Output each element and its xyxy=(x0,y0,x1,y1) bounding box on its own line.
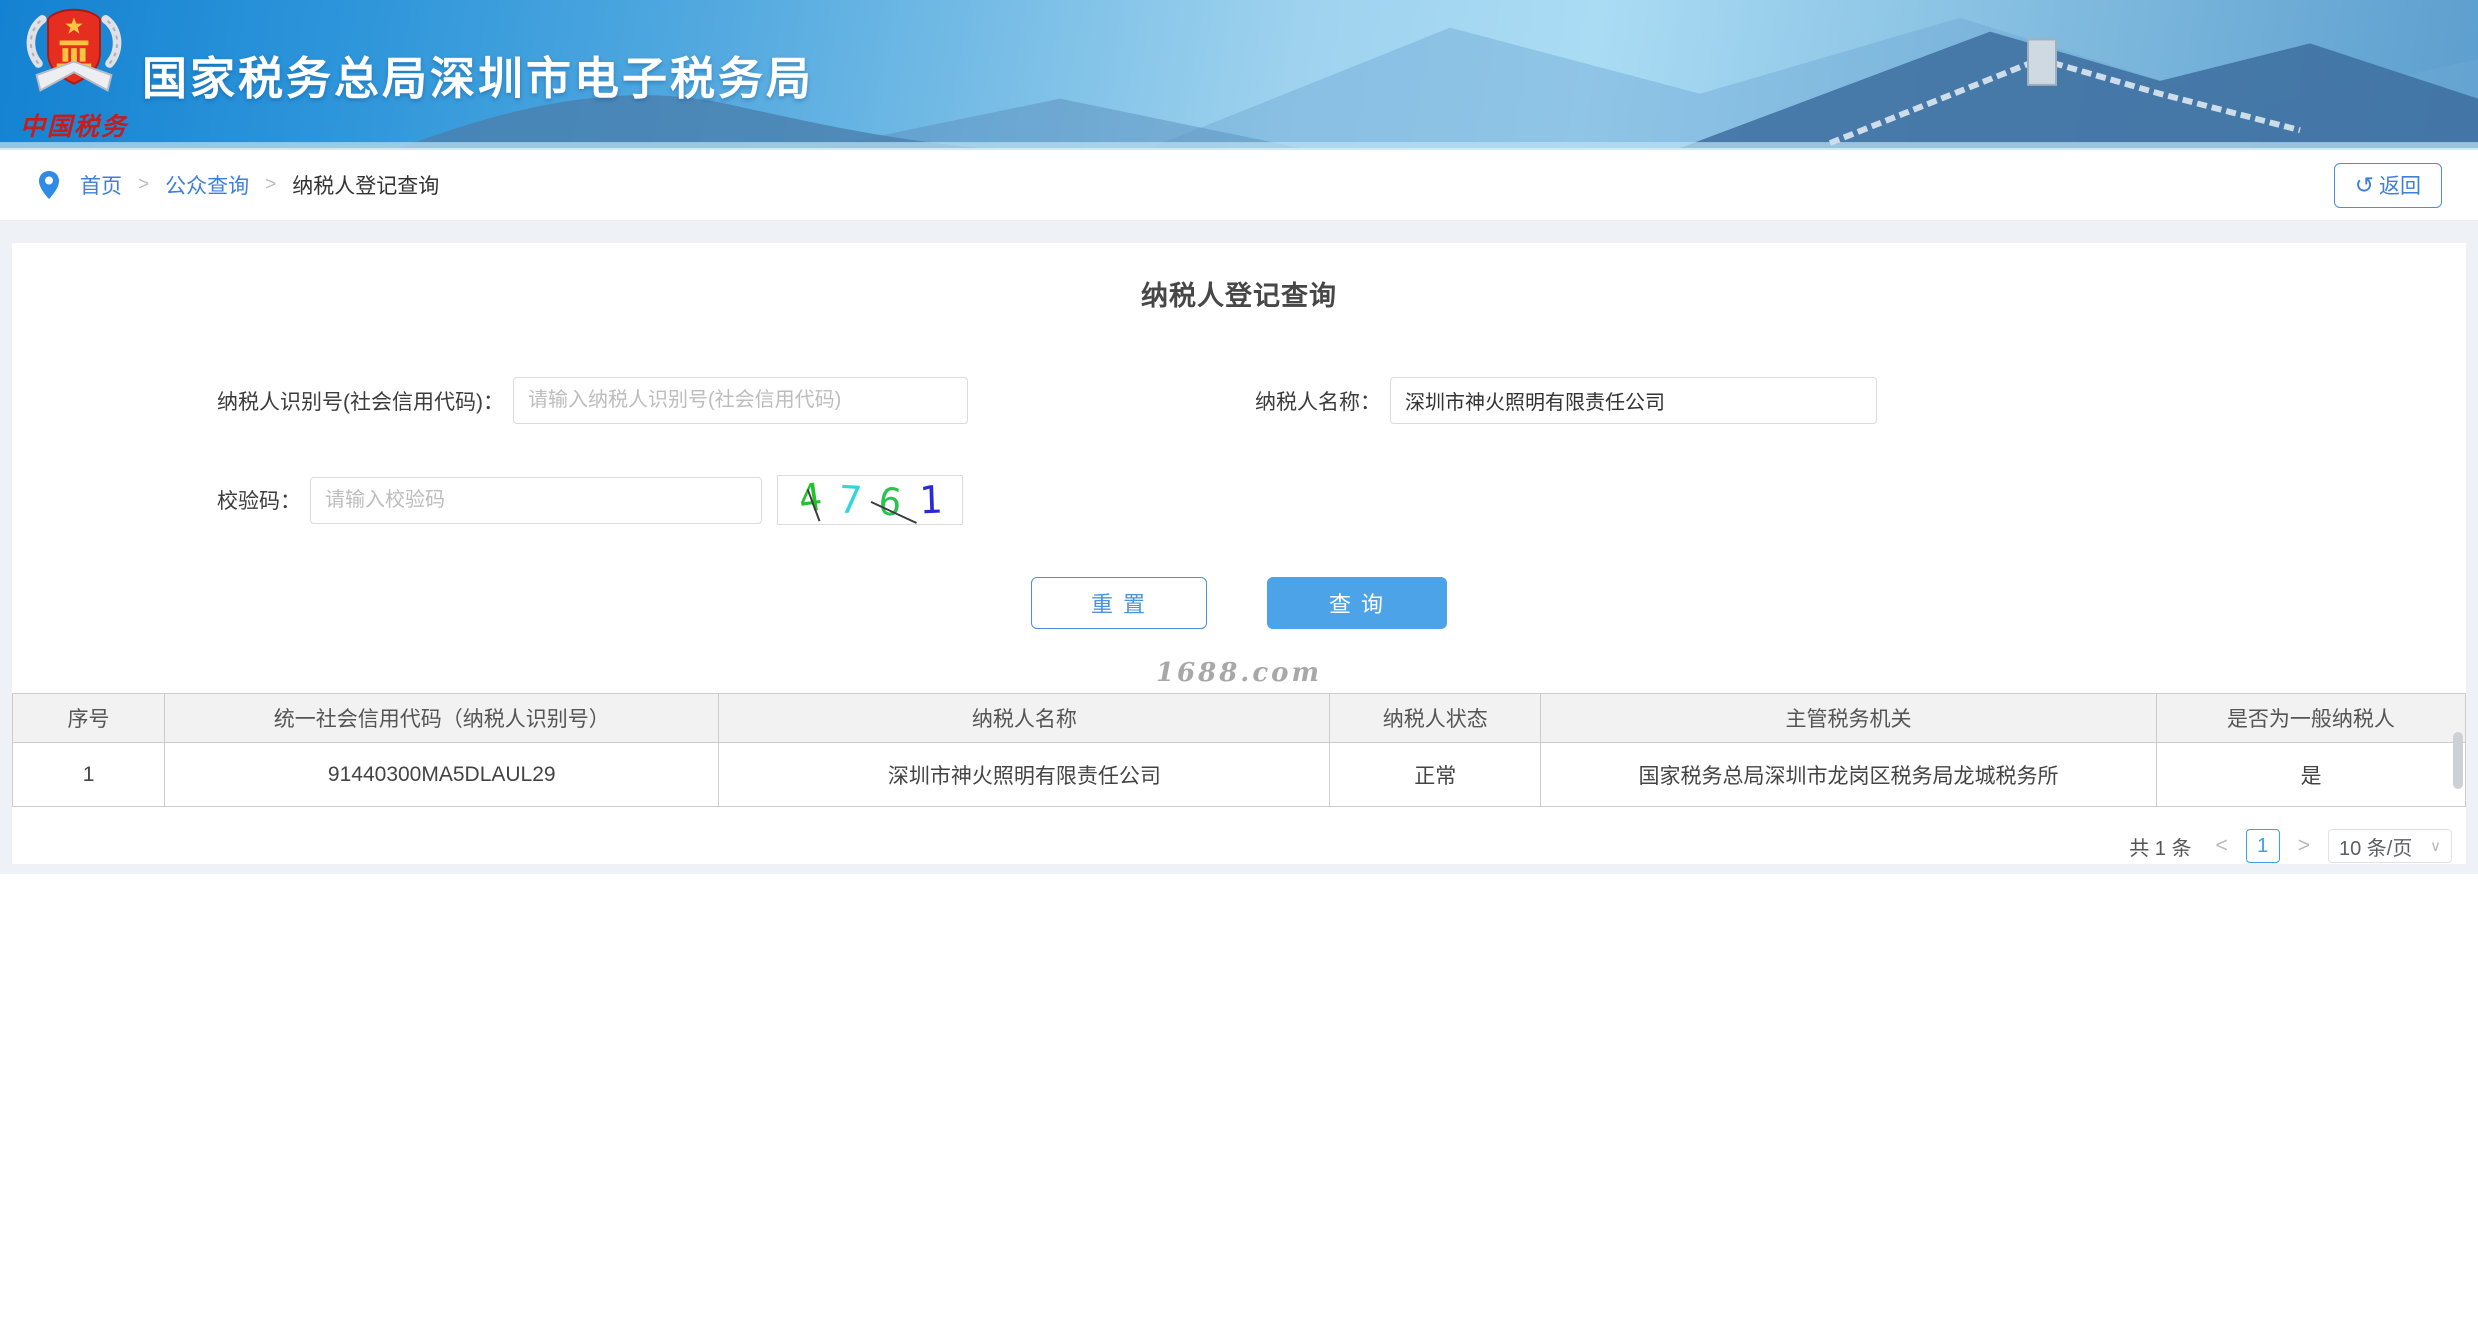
page-title: 纳税人登记查询 xyxy=(1141,281,1337,311)
taxpayer-id-input[interactable] xyxy=(513,377,968,424)
prev-page-arrow[interactable]: < xyxy=(2211,834,2231,858)
taxpayer-name-input[interactable] xyxy=(1390,377,1877,424)
top-banner: 中国税务 国家税务总局深圳市电子税务局 xyxy=(0,0,2478,150)
breadcrumb-separator: > xyxy=(138,174,150,195)
location-pin-icon xyxy=(39,171,59,199)
cell-general-taxpayer: 是 xyxy=(2155,742,2467,807)
table-row: 1 91440300MA5DLAUL29 深圳市神火照明有限责任公司 正常 国家… xyxy=(11,742,2467,807)
col-tax-authority: 主管税务机关 xyxy=(1540,693,2157,743)
captcha-char: 4 xyxy=(795,474,825,522)
page-size-value: 10 条/页 xyxy=(2339,837,2413,860)
captcha-input[interactable] xyxy=(310,476,762,524)
col-index: 序号 xyxy=(11,693,166,743)
taxpayer-name-label: 纳税人名称： xyxy=(1255,390,1381,414)
form-row-2: 校验码： 4 7 6 1 xyxy=(217,475,2466,525)
form-row-1: 纳税人识别号(社会信用代码)： 纳税人名称： xyxy=(217,377,2466,424)
captcha-char: 7 xyxy=(837,477,863,523)
taxpayer-id-label: 纳税人识别号(社会信用代码)： xyxy=(217,390,504,414)
form-actions: 重 置 查 询 xyxy=(12,577,2466,629)
pagination-total: 共 1 条 xyxy=(2129,837,2192,860)
captcha-image[interactable]: 4 7 6 1 xyxy=(777,475,963,525)
pagination: 共 1 条 < 1 > 10 条/页 ∨ xyxy=(12,829,2466,863)
page-body: 首页 > 公众查询 > 纳税人登记查询 ↺ 返回 纳税人登记查询 纳税人识别号(… xyxy=(0,150,2478,874)
breadcrumb-current: 纳税人登记查询 xyxy=(292,175,440,198)
result-table: 序号 统一社会信用代码（纳税人识别号） 纳税人名称 纳税人状态 主管税务机关 是… xyxy=(11,693,2467,807)
col-taxpayer-status: 纳税人状态 xyxy=(1329,693,1542,743)
tax-emblem-icon xyxy=(26,8,122,92)
cell-index: 1 xyxy=(11,742,166,807)
reset-button[interactable]: 重 置 xyxy=(1031,577,1207,629)
breadcrumb: 首页 > 公众查询 > 纳税人登记查询 ↺ 返回 xyxy=(0,150,2478,221)
breadcrumb-public-query-link[interactable]: 公众查询 xyxy=(165,170,249,200)
query-card: 纳税人登记查询 纳税人识别号(社会信用代码)： 纳税人名称： 校验码： 4 7 … xyxy=(11,243,2467,864)
table-scrollbar-thumb[interactable] xyxy=(2453,732,2463,789)
logo-caption: 中国税务 xyxy=(19,112,128,141)
cell-tax-authority: 国家税务总局深圳市龙岗区税务局龙城税务所 xyxy=(1540,742,2157,807)
captcha-char: 1 xyxy=(917,477,943,523)
watermark-text: 1688.com xyxy=(1155,658,1323,688)
undo-arrow-icon: ↺ xyxy=(2354,171,2374,198)
query-button[interactable]: 查 询 xyxy=(1267,577,1447,629)
table-header-row: 序号 统一社会信用代码（纳税人识别号） 纳税人名称 纳税人状态 主管税务机关 是… xyxy=(11,693,2467,743)
breadcrumb-home-link[interactable]: 首页 xyxy=(80,170,122,200)
captcha-label: 校验码： xyxy=(217,490,301,513)
col-general-taxpayer: 是否为一般纳税人 xyxy=(2155,693,2467,743)
breadcrumb-separator: > xyxy=(265,174,277,195)
col-taxpayer-name: 纳税人名称 xyxy=(718,693,1331,743)
next-page-arrow[interactable]: > xyxy=(2294,834,2314,858)
back-button[interactable]: ↺ 返回 xyxy=(2333,162,2442,208)
chevron-down-icon: ∨ xyxy=(2430,838,2441,855)
cell-taxpayer-name: 深圳市神火照明有限责任公司 xyxy=(718,742,1331,807)
captcha-char: 6 xyxy=(875,478,904,526)
tax-bureau-logo: 中国税务 xyxy=(18,4,130,143)
current-page-button[interactable]: 1 xyxy=(2245,829,2280,863)
page-size-select[interactable]: 10 条/页 ∨ xyxy=(2328,829,2452,863)
site-title: 国家税务总局深圳市电子税务局 xyxy=(142,53,815,104)
cell-credit-code: 91440300MA5DLAUL29 xyxy=(164,742,720,807)
col-credit-code: 统一社会信用代码（纳税人识别号） xyxy=(164,693,720,743)
cell-taxpayer-status: 正常 xyxy=(1329,742,1542,807)
back-button-label: 返回 xyxy=(2379,175,2421,198)
